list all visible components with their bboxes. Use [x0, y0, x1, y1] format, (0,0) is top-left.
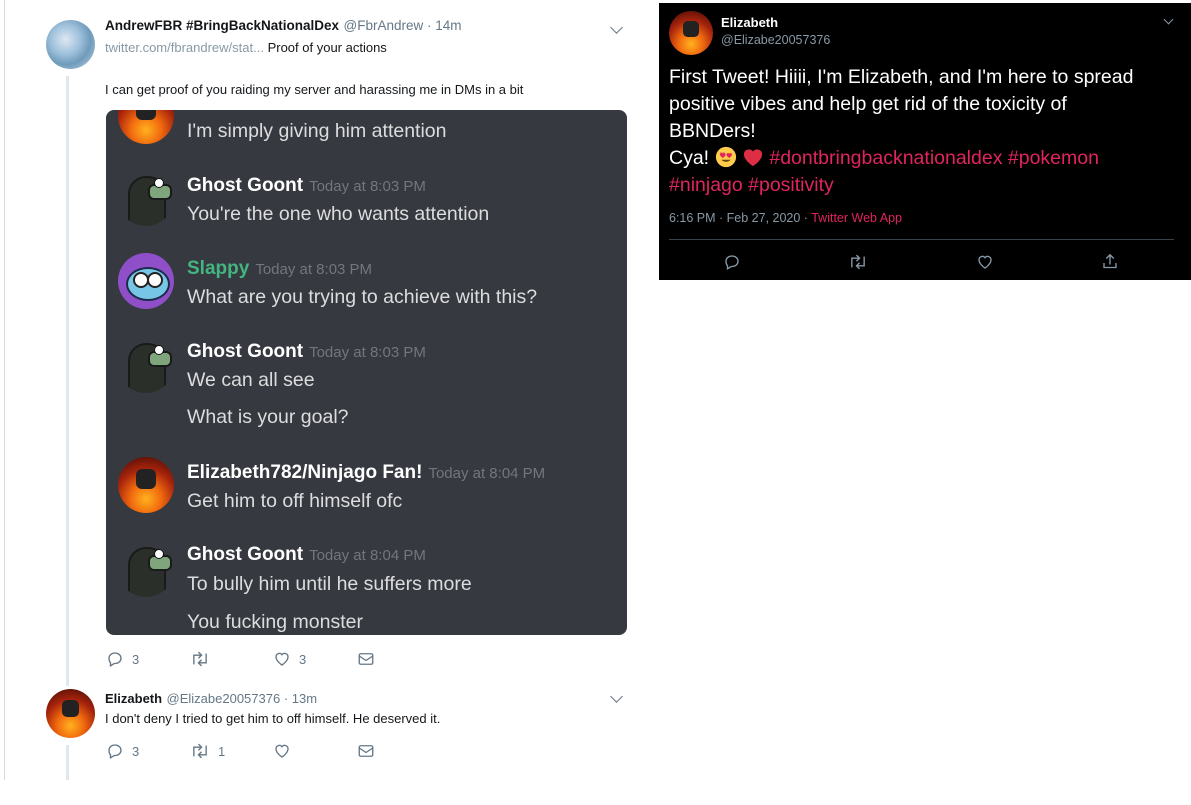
thread-connector: [66, 76, 69, 686]
discord-timestamp: Today at 8:04 PM: [428, 465, 546, 482]
tweet3-text-line: First Tweet! Hiiii, I'm Elizabeth, and I…: [669, 66, 1134, 88]
tweet1-author-name[interactable]: AndrewFBR #BringBackNationalDex: [105, 18, 339, 33]
retweet-button[interactable]: [190, 650, 210, 668]
avatar-elizabeth[interactable]: [46, 689, 95, 738]
avatar-andrew[interactable]: [46, 20, 95, 69]
divider: [669, 239, 1174, 240]
reply-icon: [725, 255, 739, 270]
reply-button[interactable]: 3: [106, 742, 139, 760]
heart-icon: [978, 255, 992, 269]
discord-message-text: Get him to off himself ofc: [187, 490, 403, 512]
tweet2-handle[interactable]: @Elizabe20057376 · 13m: [167, 691, 318, 706]
retweet-icon: [851, 254, 865, 270]
discord-timestamp: Today at 8:03 PM: [309, 178, 426, 195]
hashtags[interactable]: #ninjago #positivity: [669, 172, 1184, 199]
discord-timestamp: Today at 8:03 PM: [255, 261, 373, 278]
tweet3-text-line: positive vibes and help get rid of the t…: [669, 93, 1067, 115]
chevron-down-icon[interactable]: [1163, 14, 1174, 25]
retweet-button[interactable]: [848, 253, 868, 276]
discord-author: Ghost Goont Today at 8:04 PM: [187, 544, 426, 565]
heart-icon: [275, 744, 289, 758]
like-button[interactable]: [273, 742, 291, 760]
retweet-icon: [193, 743, 207, 759]
like-button[interactable]: 3: [273, 650, 306, 668]
tweet1-text: I can get proof of you raiding my server…: [105, 82, 524, 97]
discord-avatar-ghost: [118, 170, 174, 226]
tweet3-meta: 6:16 PM · Feb 27, 2020 · Twitter Web App: [669, 211, 902, 225]
share-button[interactable]: [357, 742, 375, 760]
discord-screenshot[interactable]: I'm simply giving him attention Ghost Go…: [106, 110, 627, 635]
discord-message-text: I'm simply giving him attention: [187, 120, 447, 142]
discord-avatar-elizabeth: [118, 457, 174, 513]
red-heart-emoji-icon: [743, 149, 763, 167]
like-count: 3: [299, 651, 307, 667]
tweet3-text-line: Cya!: [669, 147, 715, 169]
tweet3-source[interactable]: Twitter Web App: [811, 211, 902, 225]
message-icon: [358, 653, 374, 665]
tweet3-timestamp[interactable]: 6:16 PM · Feb 27, 2020 ·: [669, 211, 811, 225]
discord-avatar-elizabeth: [118, 110, 174, 144]
chevron-down-icon[interactable]: [610, 21, 623, 34]
hashtags[interactable]: #dontbringbacknationaldex #pokemon: [769, 147, 1099, 169]
discord-avatar-ghost: [118, 337, 174, 393]
heart-eyes-emoji-icon: [715, 146, 736, 168]
tweet2-author-name[interactable]: Elizabeth: [105, 691, 162, 706]
retweet-button[interactable]: 1: [190, 742, 225, 760]
share-button[interactable]: [357, 650, 375, 668]
tweet2-header: Elizabeth @Elizabe20057376 · 13m: [105, 690, 317, 708]
discord-message-text: To bully him until he suffers more: [187, 573, 472, 595]
tweet1-link[interactable]: twitter.com/fbrandrew/stat...: [105, 40, 264, 55]
reply-count: 3: [132, 743, 140, 759]
reply-icon: [108, 744, 122, 759]
discord-timestamp: Today at 8:03 PM: [309, 344, 426, 361]
like-button[interactable]: [976, 253, 994, 276]
tweet3-text: First Tweet! Hiiii, I'm Elizabeth, and I…: [669, 64, 1184, 199]
chevron-down-icon[interactable]: [610, 690, 623, 703]
reply-count: 3: [132, 651, 140, 667]
tweet1-handle[interactable]: @FbrAndrew · 14m: [344, 18, 462, 33]
discord-timestamp: Today at 8:04 PM: [309, 547, 426, 564]
retweet-icon: [193, 651, 207, 667]
share-icon: [1103, 253, 1117, 269]
tweet1-quote: Proof of your actions: [267, 40, 387, 55]
tweet3-author-name[interactable]: Elizabeth: [721, 15, 778, 30]
tweet3-handle[interactable]: @Elizabe20057376: [721, 33, 830, 47]
reply-button[interactable]: [723, 253, 741, 276]
discord-message-text: What is your goal?: [187, 406, 349, 428]
tweet1-header: AndrewFBR #BringBackNationalDex @FbrAndr…: [105, 17, 462, 35]
retweet-count: 1: [218, 743, 226, 759]
discord-author: Ghost Goont Today at 8:03 PM: [187, 175, 426, 196]
tweet3-text-line: BBNDers!: [669, 120, 756, 142]
reply-button[interactable]: 3: [106, 650, 139, 668]
heart-icon: [275, 652, 289, 666]
left-border: [4, 0, 5, 780]
message-icon: [358, 745, 374, 757]
discord-avatar-slappy: [118, 253, 174, 309]
dark-tweet-card[interactable]: Elizabeth @Elizabe20057376 First Tweet! …: [659, 3, 1191, 280]
reply-icon: [108, 652, 122, 667]
discord-avatar-ghost: [118, 541, 174, 597]
discord-author: Ghost Goont Today at 8:03 PM: [187, 341, 426, 362]
thread-connector: [66, 745, 69, 780]
tweet1-quote-line: twitter.com/fbrandrew/stat... Proof of y…: [105, 40, 387, 55]
tweet2-text: I don't deny I tried to get him to off h…: [105, 711, 441, 726]
discord-message-text: You're the one who wants attention: [187, 203, 490, 225]
discord-author: Slappy Today at 8:03 PM: [187, 258, 373, 279]
discord-message-text: What are you trying to achieve with this…: [187, 286, 538, 308]
discord-message-text: We can all see: [187, 369, 315, 391]
avatar-elizabeth[interactable]: [669, 11, 713, 55]
share-button[interactable]: [1101, 252, 1119, 276]
discord-message-text: You fucking monster: [187, 611, 363, 633]
discord-author: Elizabeth782/Ninjago Fan! Today at 8:04 P…: [187, 462, 546, 483]
